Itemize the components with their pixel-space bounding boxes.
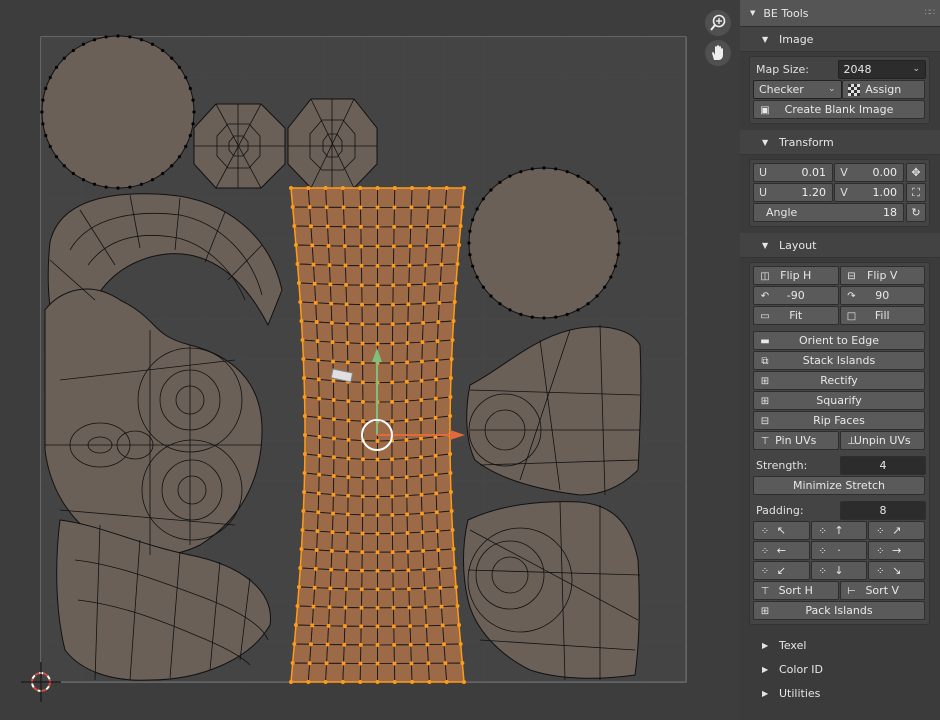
- sort-v-icon: ⊢: [847, 585, 856, 597]
- align-bottom-left-button[interactable]: ⁘ ↙: [753, 561, 810, 580]
- sort-h-button[interactable]: ⊤ Sort H: [753, 581, 839, 600]
- ruler-icon: ▬: [760, 335, 770, 347]
- sort-v-button[interactable]: ⊢ Sort V: [839, 581, 925, 600]
- fit-icon: ▭: [760, 310, 770, 322]
- strength-label: Strength:: [756, 459, 808, 472]
- expand-triangle-icon: ▼: [762, 240, 769, 250]
- drag-handle-icon[interactable]: ∷∷: [925, 8, 936, 18]
- align-center-button[interactable]: ⁘ ·: [810, 541, 868, 560]
- section-layout-header[interactable]: ▼ Layout: [740, 233, 940, 258]
- section-utilities-header[interactable]: ▶ Utilities: [740, 681, 940, 705]
- checker-icon: [847, 84, 860, 96]
- rectify-button[interactable]: ⊞ Rectify: [753, 371, 925, 390]
- rotate-icon[interactable]: ↻: [906, 203, 926, 222]
- scale-u-field[interactable]: U 1.20: [753, 183, 833, 202]
- map-size-label: Map Size:: [756, 63, 809, 76]
- scale-icon[interactable]: ⛶: [906, 183, 926, 202]
- layout-box: ◫ Flip H ⊟ Flip V ↶ -90 ↷ 90 ▭ Fit □ Fill ▬ Ori…: [749, 262, 930, 625]
- rotate-cw-icon: ↷: [847, 290, 856, 302]
- angle-field[interactable]: Angle 18: [753, 203, 904, 222]
- align-top-right-button[interactable]: ⁘ ↗: [868, 521, 926, 540]
- flip-h-button[interactable]: ◫ Flip H: [753, 266, 839, 285]
- image-icon: ▣: [760, 104, 770, 116]
- fit-button[interactable]: ▭ Fit: [753, 306, 839, 325]
- rotate-ccw-icon: ↶: [760, 290, 770, 302]
- stack-islands-button[interactable]: ⧉ Stack Islands: [753, 351, 925, 370]
- sort-h-icon: ⊤: [760, 585, 770, 597]
- pack-icon: ⊞: [760, 605, 770, 617]
- section-image-header[interactable]: ▼ Image: [740, 27, 940, 52]
- chevron-down-icon: ⌄: [827, 84, 836, 94]
- squarify-button[interactable]: ⊞ Squarify: [753, 391, 925, 410]
- section-texel-header[interactable]: ▶ Texel: [740, 633, 940, 657]
- chevron-down-icon: ⌄: [912, 64, 920, 74]
- unpin-uvs-button[interactable]: ⊥ Unpin UVs: [839, 431, 925, 450]
- orient-to-edge-button[interactable]: ▬ Orient to Edge: [753, 331, 925, 350]
- rotate-ccw-button[interactable]: ↶ -90: [753, 286, 839, 305]
- section-color-id-header[interactable]: ▶ Color ID: [740, 657, 940, 681]
- stack-icon: ⧉: [761, 355, 769, 367]
- expand-triangle-icon: ▼: [762, 34, 769, 44]
- unpin-icon: ⊥: [847, 435, 856, 447]
- padding-field[interactable]: 8: [840, 501, 926, 520]
- flip-v-icon: ⊟: [847, 270, 856, 282]
- flip-v-button[interactable]: ⊟ Flip V: [839, 266, 925, 285]
- rip-faces-button[interactable]: ⊟ Rip Faces: [753, 411, 925, 430]
- map-size-dropdown[interactable]: 2048 ⌄: [837, 60, 926, 79]
- expand-triangle-icon: ▼: [762, 137, 769, 147]
- padding-label: Padding:: [756, 504, 804, 517]
- offset-v-field[interactable]: V 0.00: [834, 163, 904, 182]
- uv-canvas[interactable]: [0, 0, 740, 720]
- uv-editor-viewport[interactable]: [0, 0, 740, 720]
- fill-icon: □: [846, 310, 857, 322]
- assign-button[interactable]: Assign: [841, 80, 925, 99]
- create-blank-image-button[interactable]: ▣ Create Blank Image: [753, 100, 925, 119]
- rip-faces-icon: ⊟: [760, 415, 770, 427]
- collapsed-triangle-icon: ▶: [762, 640, 769, 650]
- flip-h-icon: ◫: [760, 270, 770, 282]
- fill-button[interactable]: □ Fill: [839, 306, 925, 325]
- grid-icon: ⊞: [760, 395, 770, 407]
- zoom-icon[interactable]: [705, 10, 731, 36]
- pin-icon: ⊤: [760, 435, 770, 447]
- pin-uvs-button[interactable]: ⊤ Pin UVs: [753, 431, 839, 450]
- collapsed-triangle-icon: ▶: [762, 664, 769, 674]
- pack-islands-button[interactable]: ⊞ Pack Islands: [753, 601, 925, 620]
- collapsed-triangle-icon: ▶: [762, 688, 769, 698]
- transform-box: U 0.01 V 0.00 ✥ U 1.20 V 1.00 ⛶ Angle 18 ↻: [749, 159, 930, 227]
- be-tools-panel: ▼ BE Tools ∷∷ ▼ Image Map Size: 2048 ⌄ Ch…: [740, 0, 940, 720]
- align-bottom-button[interactable]: ⁘ ↓: [810, 561, 868, 580]
- hand-icon[interactable]: [705, 40, 731, 66]
- strength-field[interactable]: 4: [840, 456, 926, 475]
- align-right-button[interactable]: ⁘ →: [868, 541, 926, 560]
- rotate-cw-button[interactable]: ↷ 90: [839, 286, 925, 305]
- move-icon[interactable]: ✥: [906, 163, 926, 182]
- checker-dropdown[interactable]: Checker ⌄: [753, 80, 842, 99]
- align-bottom-right-button[interactable]: ⁘ ↘: [868, 561, 926, 580]
- image-box: Map Size: 2048 ⌄ Checker ⌄ Assign ▣ Create …: [749, 56, 930, 124]
- grid-icon: ⊞: [760, 375, 770, 387]
- minimize-stretch-button[interactable]: Minimize Stretch: [753, 476, 925, 495]
- section-transform-header[interactable]: ▼ Transform: [740, 130, 940, 155]
- align-top-left-button[interactable]: ⁘ ↖: [753, 521, 810, 540]
- panel-title: BE Tools: [763, 6, 809, 20]
- scale-v-field[interactable]: V 1.00: [834, 183, 904, 202]
- collapse-triangle-icon[interactable]: ▼: [750, 9, 755, 17]
- align-left-button[interactable]: ⁘ ←: [753, 541, 810, 560]
- offset-u-field[interactable]: U 0.01: [753, 163, 833, 182]
- align-top-button[interactable]: ⁘ ↑: [810, 521, 868, 540]
